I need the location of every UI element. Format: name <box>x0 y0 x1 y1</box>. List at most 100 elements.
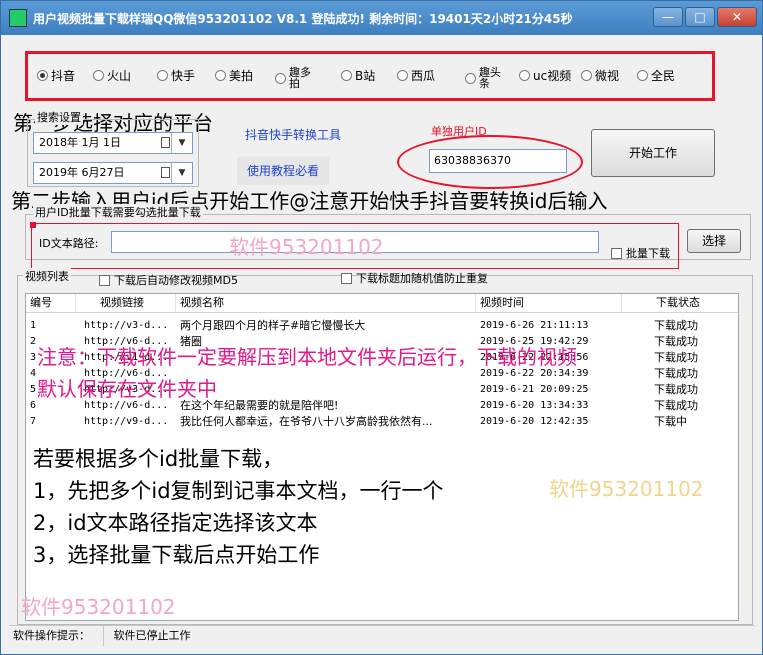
radio-dot[interactable] <box>215 70 226 81</box>
cell-status: 下载成功 <box>654 383 698 396</box>
batch-instruction-1: 若要根据多个id批量下载， <box>33 447 284 471</box>
end-date-picker[interactable]: 2019年 6月27日 ▼ <box>33 162 193 184</box>
cell-no: 7 <box>30 416 37 427</box>
watermark-mid: 软件953201102 <box>229 235 384 259</box>
platform-radio-6[interactable]: 西瓜 <box>397 67 435 84</box>
video-list-label: 视频列表 <box>23 268 71 284</box>
cell-status: 下载成功 <box>654 367 698 380</box>
watermark-right: 软件953201102 <box>549 477 704 501</box>
radio-dot[interactable] <box>37 70 48 81</box>
radio-dot[interactable] <box>637 70 648 81</box>
platform-radio-9[interactable]: 微视 <box>581 67 619 84</box>
maximize-button[interactable]: □ <box>685 7 715 27</box>
cell-name: 两个月跟四个月的样子#暗它慢慢长大 <box>180 319 366 332</box>
platform-label: 快手 <box>171 69 196 83</box>
cell-time: 2019-6-20 12:42:35 <box>480 416 589 427</box>
cell-name: 我比任何人都幸运，在爷爷八十八岁高龄我依然有... <box>180 415 433 428</box>
cell-name: 在这个年纪最需要的就是陪伴吧! <box>180 399 339 412</box>
batch-instruction-2: 1，先把多个id复制到记事本文档，一行一个 <box>33 479 444 503</box>
window-title: 用户视频批量下载样瑞QQ微信953201102 V8.1 登陆成功! 剩余时间：… <box>33 12 573 26</box>
status-bar: 软件操作提示： 软件已停止工作 <box>9 625 755 646</box>
random-title-label: 下载标题加随机值防止重复 <box>356 272 488 285</box>
start-date-value: 2018年 1月 1日 <box>39 136 121 149</box>
batch-instruction-4: 3，选择批量下载后点开始工作 <box>33 543 320 567</box>
id-annotation-ellipse <box>397 135 583 189</box>
chevron-down-icon[interactable]: ▼ <box>171 133 192 153</box>
cell-status: 下载成功 <box>654 351 698 364</box>
md5-checkbox[interactable]: 下载后自动修改视频MD5 <box>99 272 238 288</box>
platform-label: B站 <box>355 69 376 83</box>
status-message: 软件已停止工作 <box>113 629 191 642</box>
platform-radio-10[interactable]: 全民 <box>637 67 675 84</box>
radio-dot[interactable] <box>341 70 352 81</box>
start-work-button[interactable]: 开始工作 <box>591 129 715 177</box>
md5-label: 下载后自动修改视频MD5 <box>114 274 238 287</box>
path-label: ID文本路径: <box>39 237 99 250</box>
platform-radio-2[interactable]: 快手 <box>157 67 195 84</box>
minimize-button[interactable]: — <box>653 7 683 27</box>
platform-label: 趣头条 <box>479 66 501 90</box>
notice-line2: 默认保存在文件夹中 <box>37 377 217 401</box>
checkbox-box[interactable] <box>99 274 110 286</box>
tutorial-link[interactable]: 使用教程必看 <box>237 157 329 185</box>
cell-status: 下载成功 <box>654 335 698 348</box>
convert-tool-link[interactable]: 抖音快手转换工具 <box>237 125 349 145</box>
radio-dot[interactable] <box>465 72 476 84</box>
annotation-handle <box>30 222 36 228</box>
radio-dot[interactable] <box>519 70 530 81</box>
chevron-down-icon[interactable]: ▼ <box>171 163 192 183</box>
radio-dot[interactable] <box>581 70 592 81</box>
table-row[interactable]: 7 http://v9-d... 我比任何人都幸运，在爷爷八十八岁高龄我依然有...… <box>26 414 738 430</box>
search-settings-label: 搜索设置 <box>35 109 83 125</box>
platform-radio-0[interactable]: 抖音 <box>37 67 75 84</box>
col-time[interactable]: 视频时间 <box>476 294 622 312</box>
platform-label: uc视频 <box>533 69 572 83</box>
table-row[interactable]: 1 http://v3-d... 两个月跟四个月的样子#暗它慢慢长大 2019-6-2… <box>26 318 738 334</box>
cell-status: 下载成功 <box>654 399 698 412</box>
platform-label: 全民 <box>651 69 676 83</box>
end-date-value: 2019年 6月27日 <box>39 166 125 179</box>
notice-line1: 注意：下载软件一定要解压到本地文件夹后运行，下载的视频 <box>37 345 577 369</box>
checkbox-box[interactable] <box>611 247 622 259</box>
batch-download-checkbox[interactable]: 批量下载 <box>611 245 670 261</box>
calendar-icon <box>161 167 170 178</box>
platform-label: 趣多拍 <box>289 66 311 90</box>
batch-group-label: 用户ID批量下载需要勾选批量下载 <box>33 204 203 220</box>
cell-time: 2019-6-20 13:34:33 <box>480 400 589 411</box>
title-bar[interactable]: 用户视频批量下载样瑞QQ微信953201102 V8.1 登陆成功! 剩余时间：… <box>1 1 762 35</box>
cell-status: 下载中 <box>654 415 687 428</box>
batch-instruction-3: 2，id文本路径指定选择该文本 <box>33 511 318 535</box>
radio-dot[interactable] <box>397 70 408 81</box>
calendar-icon <box>161 137 170 148</box>
platform-radio-8[interactable]: uc视频 <box>519 67 571 84</box>
select-file-button[interactable]: 选择 <box>687 229 741 253</box>
checkbox-box[interactable] <box>341 272 352 284</box>
platform-label: 美拍 <box>229 69 254 83</box>
random-title-checkbox[interactable]: 下载标题加随机值防止重复 <box>341 270 488 286</box>
platform-label: 微视 <box>595 69 620 83</box>
close-button[interactable]: ✕ <box>717 7 757 27</box>
platform-label: 西瓜 <box>411 69 436 83</box>
cell-time: 2019-6-21 20:09:25 <box>480 384 589 395</box>
status-label: 软件操作提示： <box>9 626 104 646</box>
cell-link: http://v9-d... <box>84 416 169 427</box>
platform-radio-5[interactable]: B站 <box>341 67 375 84</box>
cell-status: 下载成功 <box>654 319 698 332</box>
radio-dot[interactable] <box>275 72 286 84</box>
col-link[interactable]: 视频链接 <box>76 294 176 312</box>
radio-dot[interactable] <box>157 70 168 81</box>
start-date-picker[interactable]: 2018年 1月 1日 ▼ <box>33 132 193 154</box>
app-icon <box>9 9 27 27</box>
cell-link: http://v3-d... <box>84 320 169 331</box>
platform-radio-4[interactable]: 趣多拍 <box>275 67 313 89</box>
radio-dot[interactable] <box>93 70 104 81</box>
col-no[interactable]: 编号 <box>26 294 76 312</box>
platform-label: 抖音 <box>51 69 76 83</box>
batch-download-label: 批量下载 <box>626 247 670 260</box>
col-name[interactable]: 视频名称 <box>176 294 476 312</box>
platform-radio-7[interactable]: 趣头条 <box>465 67 503 89</box>
col-status[interactable]: 下载状态 <box>622 294 738 312</box>
platform-radio-1[interactable]: 火山 <box>93 67 131 84</box>
platform-radio-3[interactable]: 美拍 <box>215 67 253 84</box>
cell-time: 2019-6-26 21:11:13 <box>480 320 589 331</box>
